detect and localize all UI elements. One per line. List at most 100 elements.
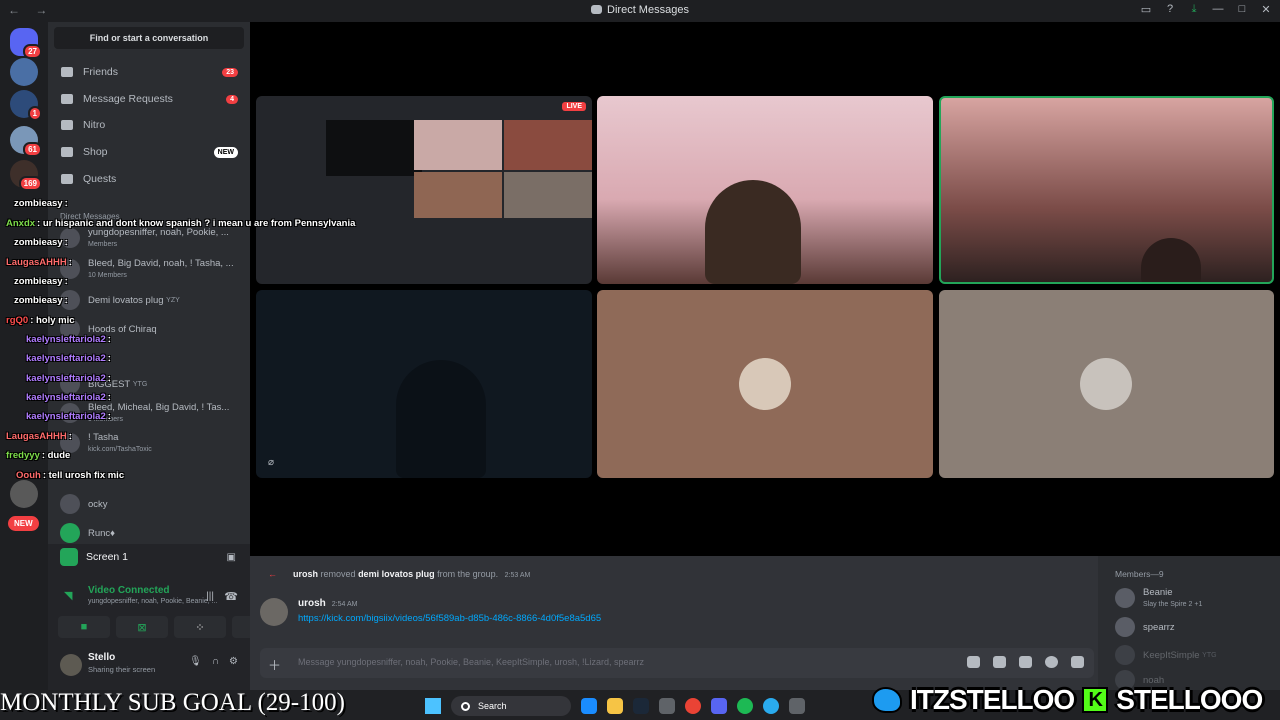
video-tile[interactable]: ⌀ [256,290,592,478]
steam-icon[interactable] [633,698,649,714]
chat-user: Oouh [16,470,41,481]
minimize-icon[interactable]: — [1212,3,1224,16]
member-item[interactable]: spearrz [1115,617,1175,637]
window-controls: ▭ ? ⤓ — □ ✕ [1140,3,1272,16]
members-header: Members—9 [1115,569,1164,579]
avatar[interactable] [260,598,288,626]
window-title-text: Direct Messages [607,4,689,16]
server-icon[interactable]: 1 [10,90,42,121]
close-icon[interactable]: ✕ [1260,3,1272,16]
dm-name: Hoods of Chiraq [88,323,157,335]
home-button[interactable]: 27 [10,28,42,59]
inbox-icon[interactable]: ▭ [1140,3,1152,16]
maximize-icon[interactable]: □ [1236,3,1248,16]
chat-line: kaelynsleftariola2: [26,334,111,345]
headphones-icon[interactable]: ∩ [212,656,219,667]
nested-video [504,120,592,170]
chat-user: zombieasy [14,198,63,209]
emoji-icon[interactable] [1045,656,1058,668]
server-icon[interactable]: 169 [10,160,42,191]
gift-icon[interactable] [967,656,980,668]
screen-share-tile[interactable]: LIVE [256,96,592,284]
sticker-icon[interactable] [1019,656,1032,668]
chat-text: : [68,257,72,268]
chat-line: Anxdx: ur hispanic and dont know spanish… [6,218,355,229]
author-name[interactable]: urosh [298,598,326,609]
nav-friends[interactable]: Friends 23 [54,60,244,84]
taskbar-search[interactable]: Search [451,696,571,716]
nav-message-requests[interactable]: Message Requests 4 [54,87,244,111]
search-label: Search [478,701,507,711]
dm-name: Demi lovatos plug [88,294,164,306]
nav-nitro[interactable]: Nitro [54,113,244,137]
stop-share-icon[interactable]: ▣ [227,552,236,563]
settings-icon[interactable] [789,698,805,714]
noise-icon[interactable]: ||| [206,591,214,602]
dm-sub: YTG [132,380,148,388]
disconnect-icon[interactable]: ☎ [224,590,238,603]
help-icon[interactable]: ? [1164,3,1176,16]
edge-icon[interactable] [581,698,597,714]
voice-status[interactable]: Video Connected [88,585,170,596]
camera-button[interactable]: ■ [58,616,110,638]
dm-item[interactable]: Bleed, Big David, noah, ! Tasha, ... 10 M… [60,258,234,280]
message-composer[interactable]: ＋ Message yungdopesniffer, noah, Pookie,… [260,648,1094,678]
member-item[interactable]: Beanie Slay the Spire 2 +1 [1115,587,1202,609]
avatar [60,523,80,543]
find-conversation-button[interactable]: Find or start a conversation [54,27,244,49]
avatar-tile[interactable] [939,290,1274,478]
dm-item[interactable]: ! Tasha kick.com/TashaToxic [60,432,152,454]
chat-text: : [107,373,111,384]
message-link[interactable]: https://kick.com/bigsiix/videos/56f589ab… [298,613,601,624]
video-tile-speaking[interactable] [939,96,1274,284]
member-item[interactable]: KeepItSimple YTG [1115,645,1217,665]
chrome-icon[interactable] [685,698,701,714]
share-screen-button[interactable]: ⊠ [116,616,168,638]
avatar[interactable] [60,654,82,676]
nav-quests[interactable]: Quests [54,167,244,191]
gif-icon[interactable] [993,656,1006,668]
sys-target[interactable]: demi lovatos plug [358,569,435,579]
nav-label: Quests [83,173,117,185]
dm-item[interactable]: Demi lovatos plug YZY [60,290,180,310]
dm-item[interactable]: Runc♦ [60,523,115,543]
kick-handle: STELLOOO [1116,684,1263,715]
chat-user: Anxdx [6,218,36,229]
avatar [1115,588,1135,608]
mic-icon[interactable]: 🎙 [189,656,202,667]
app-icon[interactable] [659,698,675,714]
server-icon[interactable] [10,58,38,86]
nav-shop[interactable]: Shop NEW [54,140,244,164]
user-panel: Stello Sharing their screen 🎙 ∩ ⚙ [48,646,250,690]
plus-icon[interactable]: ＋ [268,655,281,674]
server-icon[interactable]: 61 [10,126,42,157]
folder-icon[interactable] [607,698,623,714]
avatar [739,358,791,410]
sys-action: removed [320,569,356,579]
avatar-tile[interactable] [597,290,933,478]
windows-start-icon[interactable] [425,698,441,714]
video-tile[interactable] [597,96,933,284]
dm-name: Runc♦ [88,527,116,539]
member-activity: Slay the Spire 2 +1 [1143,601,1203,608]
spotify-icon[interactable] [737,698,753,714]
download-icon[interactable]: ⤓ [1188,3,1200,16]
screen-share-row[interactable]: Screen 1 ▣ [48,544,250,570]
signal-icon: ◥ [64,590,73,602]
voice-members: yungdopesniffer, noah, Pookie, Beanie, .… [88,598,218,605]
chat-line: rgQ0: holy mic [6,315,75,326]
gear-icon[interactable]: ⚙ [229,656,238,667]
telegram-icon[interactable] [763,698,779,714]
member-name: spearrz [1143,621,1175,633]
new-servers-pill[interactable]: NEW [8,516,39,531]
dm-item[interactable]: ocky [60,494,108,514]
chat-line: zombieasy: [14,295,68,306]
server-icon[interactable] [10,480,38,508]
person-silhouette [1141,238,1201,282]
dm-item[interactable]: yungdopesniffer, noah, Pookie, ... Member… [60,227,229,249]
activities-button[interactable]: ⁘ [174,616,226,638]
friends-badge: 23 [222,67,238,77]
apps-icon[interactable] [1071,656,1084,668]
sys-author[interactable]: urosh [293,569,318,579]
discord-icon[interactable] [711,698,727,714]
